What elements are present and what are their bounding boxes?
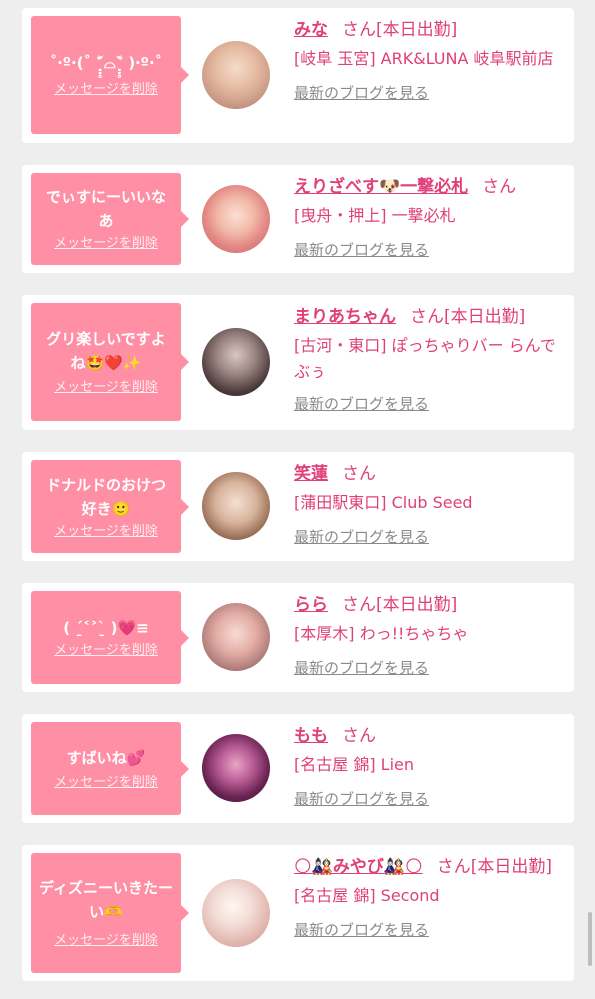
- girl-info: 笑蓮 さん [蒲田駅東口] Club Seed 最新のブログを見る: [294, 460, 566, 548]
- honorific: さん: [410, 307, 444, 327]
- message-text: ドナルドのおけつ好き🙂: [45, 475, 166, 518]
- latest-blog-link[interactable]: 最新のブログを見る: [294, 82, 429, 104]
- scrollbar[interactable]: [588, 912, 592, 966]
- avatar[interactable]: [202, 185, 270, 253]
- honorific: さん: [342, 595, 376, 615]
- message-card: ˚‧º·(˚ ˃̣̣̥᷄⌓˂̣̣̥᷅ )‧º·˚ メッセージを削除 みな さん[本…: [22, 8, 574, 143]
- honorific: さん: [436, 857, 471, 877]
- message-card: すばいね💕 メッセージを削除 もも さん [名古屋 錦] Lien 最新のブログを…: [22, 714, 574, 823]
- honorific: さん: [342, 20, 376, 40]
- delete-message-link[interactable]: メッセージを削除: [54, 642, 158, 660]
- message-bubble: ドナルドのおけつ好き🙂 メッセージを削除: [31, 460, 189, 553]
- shop-name: [岐阜 玉宮] ARK&LUNA 岐阜駅前店: [294, 49, 554, 68]
- message-bubble: グリ楽しいですよね🤩❤️✨ メッセージを削除: [31, 303, 189, 421]
- latest-blog-link[interactable]: 最新のブログを見る: [294, 657, 429, 679]
- avatar[interactable]: [202, 734, 270, 802]
- delete-message-link[interactable]: メッセージを削除: [54, 774, 158, 792]
- girl-name-link[interactable]: 🌕🎎みやび🎎🌕: [294, 857, 423, 877]
- avatar[interactable]: [202, 41, 270, 109]
- message-bubble: でぃすにーいいなあ メッセージを削除: [31, 173, 189, 265]
- message-text: グリ楽しいですよね🤩❤️✨: [46, 330, 166, 372]
- girl-name-link[interactable]: 笑蓮: [294, 464, 328, 484]
- delete-message-link[interactable]: メッセージを削除: [54, 523, 158, 541]
- message-card: でぃすにーいいなあ メッセージを削除 えりざべす🐶一撃必札 さん [曳舟・押上] …: [22, 165, 574, 273]
- message-text: すばいね💕: [66, 748, 146, 767]
- message-card: グリ楽しいですよね🤩❤️✨ メッセージを削除 まりあちゃん さん[本日出勤] [古…: [22, 295, 574, 430]
- avatar[interactable]: [202, 879, 270, 947]
- honorific: さん: [342, 726, 376, 746]
- delete-message-link[interactable]: メッセージを削除: [54, 81, 158, 99]
- girl-name-link[interactable]: らら: [294, 595, 328, 615]
- delete-message-link[interactable]: メッセージを削除: [54, 932, 158, 950]
- message-bubble: ˚‧º·(˚ ˃̣̣̥᷄⌓˂̣̣̥᷅ )‧º·˚ メッセージを削除: [31, 16, 189, 134]
- girl-info: らら さん[本日出勤] [本厚木] わっ!!ちゃちゃ 最新のブログを見る: [294, 591, 566, 679]
- girl-name-link[interactable]: まりあちゃん: [294, 307, 396, 327]
- message-bubble: ディズニーいきたーい🫶 メッセージを削除: [31, 853, 189, 973]
- work-status: [本日出勤]: [376, 20, 458, 40]
- shop-name: [蒲田駅東口] Club Seed: [294, 493, 473, 512]
- honorific: さん: [342, 464, 376, 484]
- girl-name-link[interactable]: えりざべす🐶一撃必札: [294, 177, 468, 197]
- shop-name: [名古屋 錦] Lien: [294, 755, 415, 774]
- girl-info: 🌕🎎みやび🎎🌕 さん[本日出勤] [名古屋 錦] Second 最新のブログを見る: [294, 853, 566, 941]
- shop-name: [名古屋 錦] Second: [294, 886, 440, 905]
- message-text: ディズニーいきたーい🫶: [39, 879, 173, 921]
- latest-blog-link[interactable]: 最新のブログを見る: [294, 239, 429, 261]
- message-text: ( ˊ̱˂˃ˋ̱ )💗≡: [63, 618, 149, 637]
- message-bubble: ( ˊ̱˂˃ˋ̱ )💗≡ メッセージを削除: [31, 591, 189, 684]
- latest-blog-link[interactable]: 最新のブログを見る: [294, 788, 429, 810]
- girl-name-link[interactable]: みな: [294, 20, 328, 40]
- avatar[interactable]: [202, 472, 270, 540]
- delete-message-link[interactable]: メッセージを削除: [54, 379, 158, 397]
- delete-message-link[interactable]: メッセージを削除: [54, 235, 158, 253]
- work-status: [本日出勤]: [470, 857, 553, 877]
- message-bubble: すばいね💕 メッセージを削除: [31, 722, 189, 815]
- work-status: [本日出勤]: [444, 307, 526, 327]
- latest-blog-link[interactable]: 最新のブログを見る: [294, 393, 429, 415]
- girl-info: えりざべす🐶一撃必札 さん [曳舟・押上] 一撃必札 最新のブログを見る: [294, 173, 566, 261]
- message-card: ( ˊ̱˂˃ˋ̱ )💗≡ メッセージを削除 らら さん[本日出勤] [本厚木] わ…: [22, 583, 574, 692]
- honorific: さん: [482, 177, 517, 197]
- shop-name: [曳舟・押上] 一撃必札: [294, 206, 456, 225]
- work-status: [本日出勤]: [376, 595, 458, 615]
- latest-blog-link[interactable]: 最新のブログを見る: [294, 526, 429, 548]
- message-card: ドナルドのおけつ好き🙂 メッセージを削除 笑蓮 さん [蒲田駅東口] Club S…: [22, 452, 574, 561]
- latest-blog-link[interactable]: 最新のブログを見る: [294, 919, 429, 941]
- girl-name-link[interactable]: もも: [294, 726, 328, 746]
- shop-name: [本厚木] わっ!!ちゃちゃ: [294, 624, 469, 643]
- girl-info: もも さん [名古屋 錦] Lien 最新のブログを見る: [294, 722, 566, 810]
- girl-info: みな さん[本日出勤] [岐阜 玉宮] ARK&LUNA 岐阜駅前店 最新のブログ…: [294, 16, 566, 104]
- message-text: でぃすにーいいなあ: [45, 188, 166, 230]
- message-text: ˚‧º·(˚ ˃̣̣̥᷄⌓˂̣̣̥᷅ )‧º·˚: [49, 54, 163, 72]
- shop-name: [古河・東口] ぽっちゃりバー らんでぶぅ: [294, 336, 556, 381]
- avatar[interactable]: [202, 603, 270, 671]
- avatar[interactable]: [202, 328, 270, 396]
- message-card: ディズニーいきたーい🫶 メッセージを削除 🌕🎎みやび🎎🌕 さん[本日出勤] [名古…: [22, 845, 574, 981]
- girl-info: まりあちゃん さん[本日出勤] [古河・東口] ぽっちゃりバー らんでぶぅ 最新の…: [294, 303, 566, 415]
